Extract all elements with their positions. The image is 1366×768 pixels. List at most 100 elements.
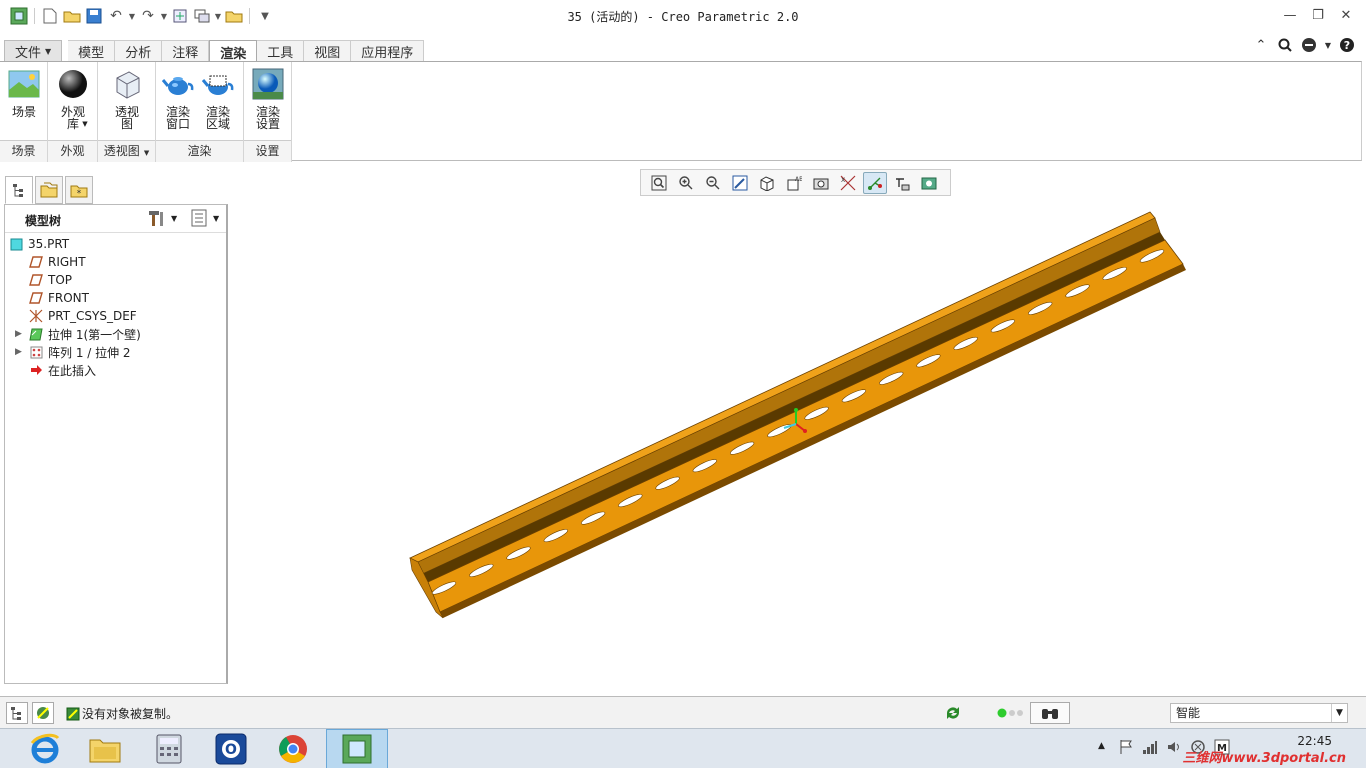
volume-icon[interactable] — [1166, 739, 1182, 758]
perspective-view-button[interactable]: 透视 图 — [107, 66, 147, 130]
selection-filter-select[interactable]: 智能 ▼ — [1170, 703, 1348, 723]
toggle-browser-icon[interactable] — [32, 702, 54, 724]
appearance-display-icon[interactable] — [917, 172, 941, 194]
tree-item-top[interactable]: TOP — [5, 271, 226, 289]
restore-icon[interactable]: ❐ — [1308, 6, 1328, 24]
regen-status-icon[interactable] — [942, 702, 964, 724]
svg-text:*: * — [77, 189, 82, 198]
taskbar-explorer-icon[interactable] — [74, 729, 136, 768]
teapot-region-icon — [201, 68, 234, 100]
ribbon-tabs: 文件 ▼ 模型 分析 注释 渲染 工具 视图 应用程序 — [0, 40, 425, 63]
help-icon[interactable]: ? — [1338, 36, 1356, 54]
minimize-ribbon-icon[interactable]: ⌃ — [1252, 36, 1270, 54]
tab-view[interactable]: 视图 — [304, 40, 352, 62]
community-dropdown-icon[interactable]: ▼ — [1324, 36, 1332, 54]
taskbar-calculator-icon[interactable] — [138, 729, 200, 768]
perspective-label: 透视 图 — [114, 105, 139, 131]
expand-arrow-icon[interactable]: ▶ — [15, 347, 25, 357]
taskbar-ie-icon[interactable] — [14, 729, 76, 768]
taskbar-chrome-icon[interactable] — [262, 729, 324, 768]
filter-value: 智能 — [1176, 706, 1201, 720]
chevron-down-icon: ▼ — [213, 213, 220, 223]
favorites-tab[interactable]: * — [65, 176, 93, 204]
find-binoculars-icon[interactable] — [1030, 702, 1070, 724]
zoom-out-icon[interactable] — [701, 172, 725, 194]
message-area: 没有对象被复制。 — [66, 705, 178, 722]
tab-render[interactable]: 渲染 — [209, 40, 258, 63]
rail-top-lip — [409, 211, 1156, 563]
svg-text:?: ? — [1344, 39, 1350, 52]
csys-icon — [29, 309, 43, 323]
selection-status-icon — [996, 702, 1026, 724]
datum-display-icon[interactable]: X — [836, 172, 860, 194]
graphics-canvas[interactable] — [232, 200, 1362, 690]
tab-model-label: 模型 — [78, 46, 105, 61]
sphere-icon — [57, 68, 89, 100]
model-tree-title: 模型树 — [25, 214, 62, 228]
render-region-button[interactable]: 渲染 区域 — [198, 66, 238, 130]
display-style-icon[interactable] — [755, 172, 779, 194]
community-icon[interactable] — [1300, 36, 1318, 54]
saved-views-icon[interactable]: AB — [782, 172, 806, 194]
watermark-text: 三维网www.3dportal.cn — [1182, 751, 1346, 766]
hammer-icon — [149, 211, 163, 226]
tab-model[interactable]: 模型 — [68, 40, 116, 62]
refit-icon[interactable] — [647, 172, 671, 194]
folder-browser-tab[interactable] — [35, 176, 63, 204]
tab-analysis[interactable]: 分析 — [115, 40, 163, 62]
tree-item-front[interactable]: FRONT — [5, 289, 226, 307]
model-tree-tab[interactable] — [5, 176, 33, 204]
tree-show-button[interactable]: ▼ — [191, 209, 219, 227]
tree-item-pattern[interactable]: ▶ 阵列 1 / 拉伸 2 — [5, 343, 226, 361]
minimize-icon[interactable]: — — [1280, 6, 1300, 24]
model-tree-icon — [13, 184, 23, 197]
render-settings-button[interactable]: 渲染 设置 — [248, 66, 288, 130]
tab-file-label: 文件 — [15, 45, 42, 61]
svg-text:AB: AB — [795, 176, 802, 183]
zoom-in-icon[interactable] — [674, 172, 698, 194]
ribbon-group-render: 渲染 窗口 渲染 区域 渲染 — [156, 62, 244, 162]
favorites-icon: * — [70, 185, 88, 198]
render-window-button[interactable]: 渲染 窗口 — [158, 66, 198, 130]
graphics-toolbar: AB X — [640, 169, 951, 196]
tree-settings-button[interactable]: ▼ — [147, 209, 177, 227]
tree-item-extrude[interactable]: ▶ 拉伸 1(第一个壁) — [5, 325, 226, 343]
tab-analysis-label: 分析 — [125, 46, 152, 61]
annotation-display-icon[interactable] — [890, 172, 914, 194]
appearance-gallery-button[interactable]: 外观 库 ▼ — [53, 66, 93, 130]
folder-browser-icon — [40, 182, 58, 198]
action-center-flag-icon[interactable] — [1118, 739, 1134, 758]
expand-arrow-icon[interactable]: ▶ — [15, 329, 25, 339]
close-icon[interactable]: ✕ — [1336, 6, 1356, 24]
tab-render-label: 渲染 — [220, 46, 247, 62]
tab-applications[interactable]: 应用程序 — [351, 40, 425, 62]
repaint-icon[interactable] — [728, 172, 752, 194]
ribbon-group-perspective: 透视 图 透视图 ▼ — [98, 62, 156, 162]
taskbar-creo-icon[interactable] — [326, 729, 388, 768]
spin-center-icon[interactable] — [863, 171, 887, 194]
tab-tools[interactable]: 工具 — [257, 40, 305, 62]
tree-item-csys[interactable]: PRT_CSYS_DEF — [5, 307, 226, 325]
group-label-scene: 场景 — [0, 140, 47, 162]
status-message: 没有对象被复制。 — [82, 707, 179, 721]
ribbon-group-scene: 场景 场景 — [0, 62, 48, 162]
group-label-render: 渲染 — [156, 140, 243, 162]
tray-expand-icon[interactable]: ▲ — [1098, 741, 1105, 751]
tab-tools-label: 工具 — [267, 46, 294, 61]
tree-item-right[interactable]: RIGHT — [5, 253, 226, 271]
message-info-icon — [66, 707, 80, 720]
group-label-perspective[interactable]: 透视图 ▼ — [98, 140, 155, 162]
scene-button[interactable]: 场景 — [4, 66, 44, 118]
toggle-navigator-icon[interactable] — [6, 702, 28, 724]
search-icon[interactable] — [1276, 36, 1294, 54]
view-manager-icon[interactable] — [809, 172, 833, 194]
tree-item-insert-here[interactable]: 在此插入 — [5, 361, 226, 379]
group-label-appearance: 外观 — [48, 140, 97, 162]
tree-item-part[interactable]: 35.PRT — [5, 235, 226, 253]
network-icon[interactable] — [1142, 739, 1158, 758]
insert-here-icon — [29, 363, 43, 377]
taskbar-app-icon[interactable]: O — [200, 729, 262, 768]
tab-file[interactable]: 文件 ▼ — [4, 40, 63, 62]
tab-annotate[interactable]: 注释 — [162, 40, 210, 62]
system-tray: ▲ M 22:45 三维网www.3dportal.cn — [1096, 729, 1366, 768]
